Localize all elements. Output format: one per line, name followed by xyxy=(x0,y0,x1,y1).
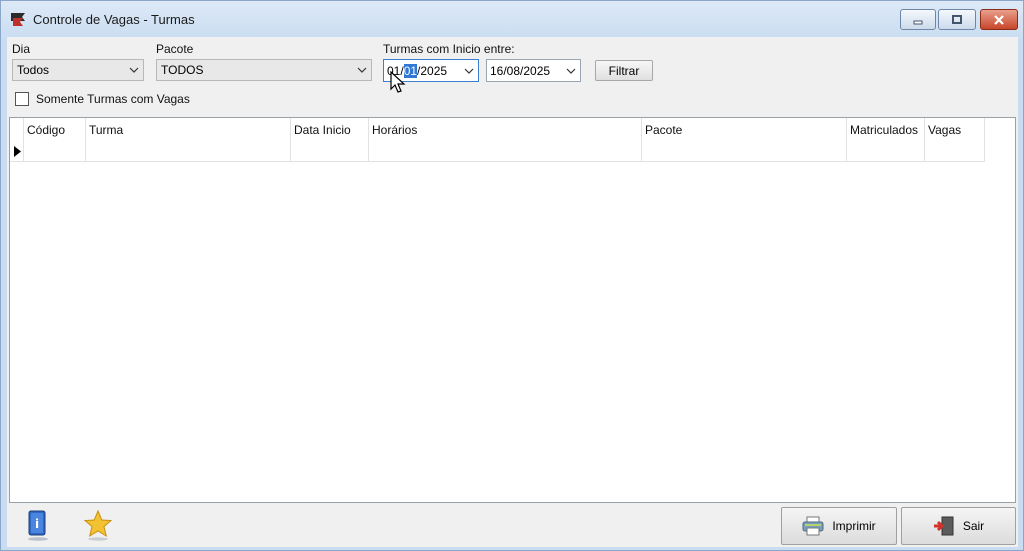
chevron-down-icon[interactable] xyxy=(562,60,580,81)
turmas-date-range-label: Turmas com Inicio entre: xyxy=(383,42,515,56)
printer-icon xyxy=(802,516,824,536)
chevron-down-icon xyxy=(125,60,143,80)
column-header-codigo[interactable]: Código xyxy=(24,118,86,162)
close-button[interactable] xyxy=(980,9,1018,30)
only-vacancies-checkbox[interactable] xyxy=(15,92,29,106)
column-header-turma[interactable]: Turma xyxy=(86,118,291,162)
main-window: Controle de Vagas - Turmas Dia Todos Pac… xyxy=(0,0,1024,551)
client-area: Dia Todos Pacote TODOS Turmas com Inicio… xyxy=(7,37,1018,547)
filter-button-label: Filtrar xyxy=(608,63,640,78)
column-header-pacote[interactable]: Pacote xyxy=(642,118,847,162)
svg-text:i: i xyxy=(35,517,39,531)
print-button-label: Imprimir xyxy=(832,519,876,533)
star-icon[interactable] xyxy=(83,509,113,541)
minimize-button[interactable] xyxy=(900,9,936,30)
current-row-indicator-icon xyxy=(14,146,21,157)
minimize-icon xyxy=(913,20,923,24)
chevron-down-icon xyxy=(353,60,371,80)
column-header-vagas[interactable]: Vagas xyxy=(925,118,985,162)
app-logo-icon xyxy=(11,13,25,26)
column-header-matriculados[interactable]: Matriculados xyxy=(847,118,925,162)
pacote-combobox[interactable]: TODOS xyxy=(156,59,372,81)
start-date-year: /2025 xyxy=(417,63,448,78)
pacote-label: Pacote xyxy=(156,42,194,56)
window-title: Controle de Vagas - Turmas xyxy=(33,12,195,27)
dia-label: Dia xyxy=(12,42,31,56)
title-bar[interactable]: Controle de Vagas - Turmas xyxy=(1,1,1023,37)
exit-door-icon xyxy=(933,516,954,536)
maximize-button[interactable] xyxy=(938,9,976,30)
mouse-pointer-icon xyxy=(390,71,406,93)
chevron-down-icon[interactable] xyxy=(460,60,478,81)
pacote-value: TODOS xyxy=(161,63,204,77)
print-button[interactable]: Imprimir xyxy=(781,507,897,545)
filter-button[interactable]: Filtrar xyxy=(595,60,653,81)
book-help-icon[interactable]: i xyxy=(25,509,51,541)
exit-button-label: Sair xyxy=(962,519,985,533)
column-header-data-inicio[interactable]: Data Inicio xyxy=(291,118,369,162)
close-icon xyxy=(994,14,1004,25)
maximize-icon xyxy=(952,14,962,24)
bottom-toolbar: i Imprimir Sair xyxy=(7,505,1018,547)
only-vacancies-label: Somente Turmas com Vagas xyxy=(36,92,190,106)
dia-value: Todos xyxy=(17,63,50,77)
column-header-horarios[interactable]: Horários xyxy=(369,118,642,162)
end-date-picker[interactable]: 16/08/2025 xyxy=(486,59,581,82)
end-date-value: 16/08/2025 xyxy=(490,63,551,78)
turmas-grid[interactable]: Código Turma Data Inicio Horários Pacote… xyxy=(9,117,1016,503)
exit-button[interactable]: Sair xyxy=(901,507,1016,545)
dia-combobox[interactable]: Todos xyxy=(12,59,144,81)
